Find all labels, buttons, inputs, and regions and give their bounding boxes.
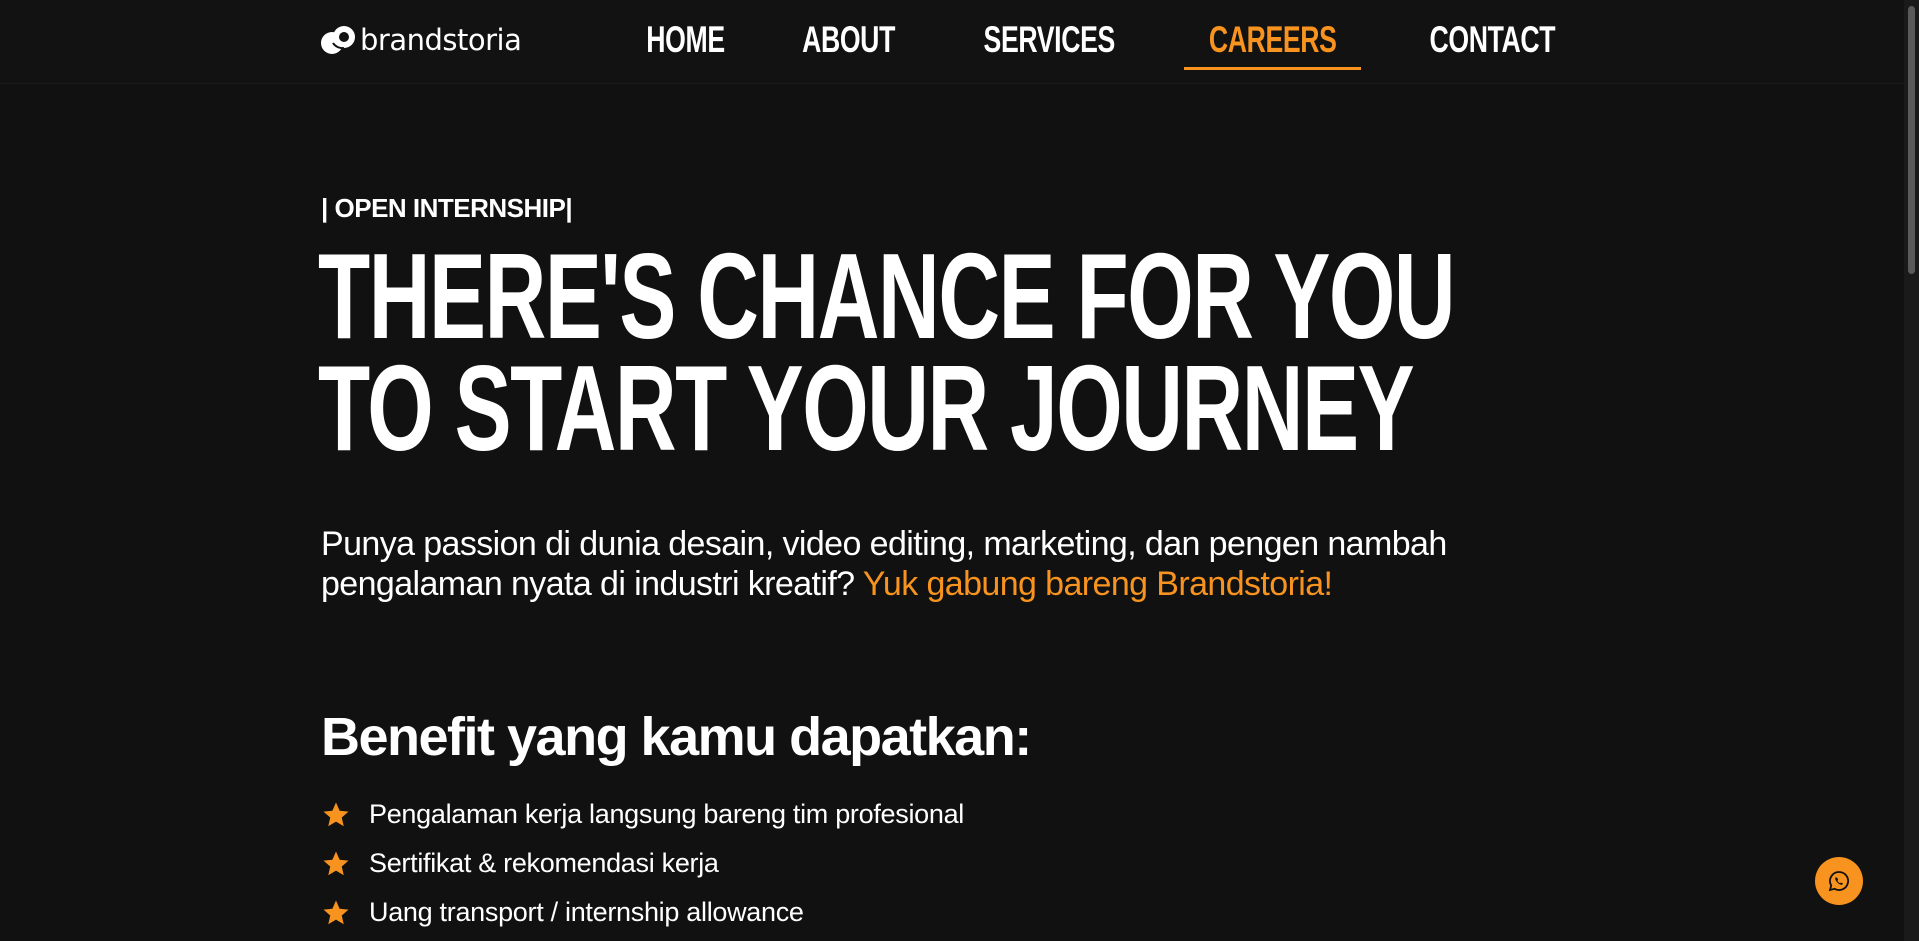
main-nav: HOME ABOUT SERVICES CAREERS CONTACT: [631, 14, 1580, 70]
nav-item-about-wrap: ABOUT: [784, 14, 913, 68]
page-headline: THERE'S CHANCE FOR YOU TO START YOUR JOU…: [318, 228, 1456, 476]
lead-accent-text: Yuk gabung bareng Brandstoria!: [862, 565, 1333, 603]
brand-logo-mark-icon: [321, 26, 355, 54]
nav-item-home[interactable]: HOME: [647, 14, 726, 68]
scrollbar-thumb[interactable]: [1908, 6, 1915, 274]
nav-item-contact[interactable]: CONTACT: [1430, 14, 1556, 68]
benefits-list: Pengalaman kerja langsung bareng tim pro…: [321, 790, 964, 937]
star-icon: [323, 851, 349, 875]
nav-item-contact-wrap: CONTACT: [1405, 14, 1580, 68]
nav-item-home-wrap: HOME: [631, 14, 740, 68]
list-item: Uang transport / internship allowance: [321, 888, 964, 937]
nav-item-careers-wrap: CAREERS: [1183, 14, 1362, 70]
nav-item-careers[interactable]: CAREERS: [1209, 14, 1337, 68]
page-scrollbar[interactable]: [1904, 0, 1919, 941]
headline-line-1: THERE'S CHANCE FOR YOU: [318, 228, 1456, 364]
star-icon: [323, 802, 349, 826]
star-icon: [323, 900, 349, 924]
benefits-title: Benefit yang kamu dapatkan:: [321, 707, 1032, 767]
brand-name: brandstoria: [360, 23, 522, 57]
eyebrow-label: | OPEN INTERNSHIP|: [321, 193, 573, 223]
nav-item-about[interactable]: ABOUT: [803, 14, 896, 68]
headline-line-2: TO START YOUR JOURNEY: [318, 340, 1415, 476]
benefit-text: Pengalaman kerja langsung bareng tim pro…: [369, 799, 964, 829]
site-header: brandstoria HOME ABOUT SERVICES CAREERS …: [0, 0, 1904, 84]
nav-item-services-wrap: SERVICES: [958, 14, 1140, 68]
benefit-text: Uang transport / internship allowance: [369, 897, 804, 927]
list-item: Pengalaman kerja langsung bareng tim pro…: [321, 790, 964, 839]
active-nav-underline: [1183, 67, 1362, 70]
whatsapp-chat-button[interactable]: [1815, 857, 1863, 905]
lead-paragraph: Punya passion di dunia desain, video edi…: [321, 524, 1521, 604]
brand-logo-link[interactable]: brandstoria: [320, 22, 522, 58]
nav-item-services[interactable]: SERVICES: [983, 14, 1115, 68]
benefit-text: Sertifikat & rekomendasi kerja: [369, 848, 719, 878]
list-item: Sertifikat & rekomendasi kerja: [321, 839, 964, 888]
whatsapp-icon: [1828, 871, 1849, 892]
